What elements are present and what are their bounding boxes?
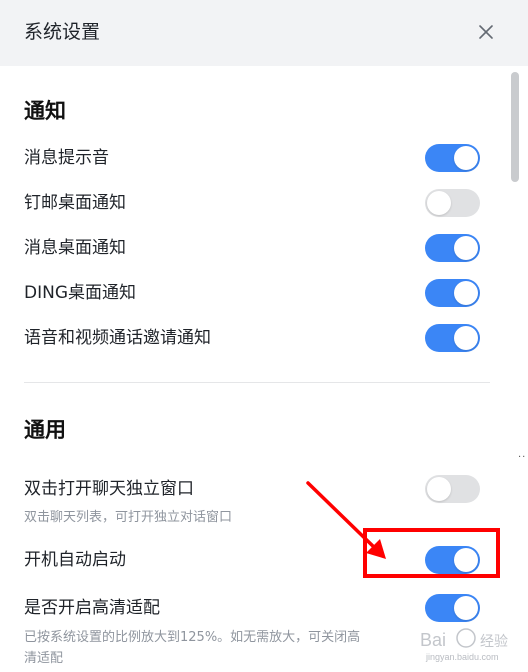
- toggle-knob: [454, 146, 478, 170]
- row-label-message-desktop-notify: 消息桌面通知: [24, 238, 126, 258]
- watermark: Bai 经验 jingyan.baidu.com: [418, 626, 526, 670]
- row-hint-hd-adapt: 已按系统设置的比例放大到125%。如无需放大，可关闭高: [24, 630, 361, 645]
- section-divider: [24, 382, 490, 383]
- watermark-url: jingyan.baidu.com: [426, 652, 499, 662]
- section-title-notifications: 通知: [24, 99, 66, 123]
- toggle-mail-desktop-notify[interactable]: [425, 189, 480, 217]
- settings-dialog: 系统设置 通知 消息提示音 钉邮桌面通知 消息桌面通知 DING桌面通知 语音和…: [0, 0, 528, 672]
- scrollbar-thumb[interactable]: [511, 72, 519, 182]
- row-label-ding-desktop-notify: DING桌面通知: [24, 283, 136, 303]
- toggle-message-desktop-notify[interactable]: [425, 234, 480, 262]
- svg-text:Bai: Bai: [420, 630, 446, 650]
- row-label-mail-desktop-notify: 钉邮桌面通知: [24, 193, 126, 213]
- row-label-call-invite-notify: 语音和视频通话邀请通知: [24, 328, 211, 348]
- row-hint-double-click-window: 双击聊天列表，可打开独立对话窗口: [24, 510, 233, 525]
- toggle-knob: [454, 281, 478, 305]
- row-hint-hd-adapt-cont: 清适配: [24, 651, 64, 666]
- row-label-hd-adapt: 是否开启高清适配: [24, 598, 160, 618]
- toggle-knob: [427, 191, 451, 215]
- annotation-highlight-box: [363, 528, 500, 578]
- toggle-message-sound[interactable]: [425, 144, 480, 172]
- row-label-auto-start: 开机自动启动: [24, 550, 126, 570]
- dialog-header: 系统设置: [0, 0, 528, 66]
- watermark-logo: Bai 经验: [420, 628, 508, 650]
- toggle-knob: [427, 477, 451, 501]
- toggle-double-click-window[interactable]: [425, 475, 480, 503]
- row-label-message-sound: 消息提示音: [24, 148, 109, 168]
- toggle-knob: [454, 326, 478, 350]
- outside-dots: ··: [518, 452, 527, 463]
- dialog-title: 系统设置: [24, 21, 101, 43]
- settings-content: 通知 消息提示音 钉邮桌面通知 消息桌面通知 DING桌面通知 语音和视频通话邀…: [0, 66, 510, 672]
- row-label-double-click-window: 双击打开聊天独立窗口: [24, 479, 194, 499]
- svg-text:经验: 经验: [480, 634, 508, 650]
- toggle-call-invite-notify[interactable]: [425, 324, 480, 352]
- toggle-knob: [454, 596, 478, 620]
- toggle-hd-adapt[interactable]: [425, 594, 480, 622]
- toggle-ding-desktop-notify[interactable]: [425, 279, 480, 307]
- toggle-knob: [454, 236, 478, 260]
- close-icon[interactable]: [472, 18, 500, 46]
- section-title-general: 通用: [24, 418, 66, 442]
